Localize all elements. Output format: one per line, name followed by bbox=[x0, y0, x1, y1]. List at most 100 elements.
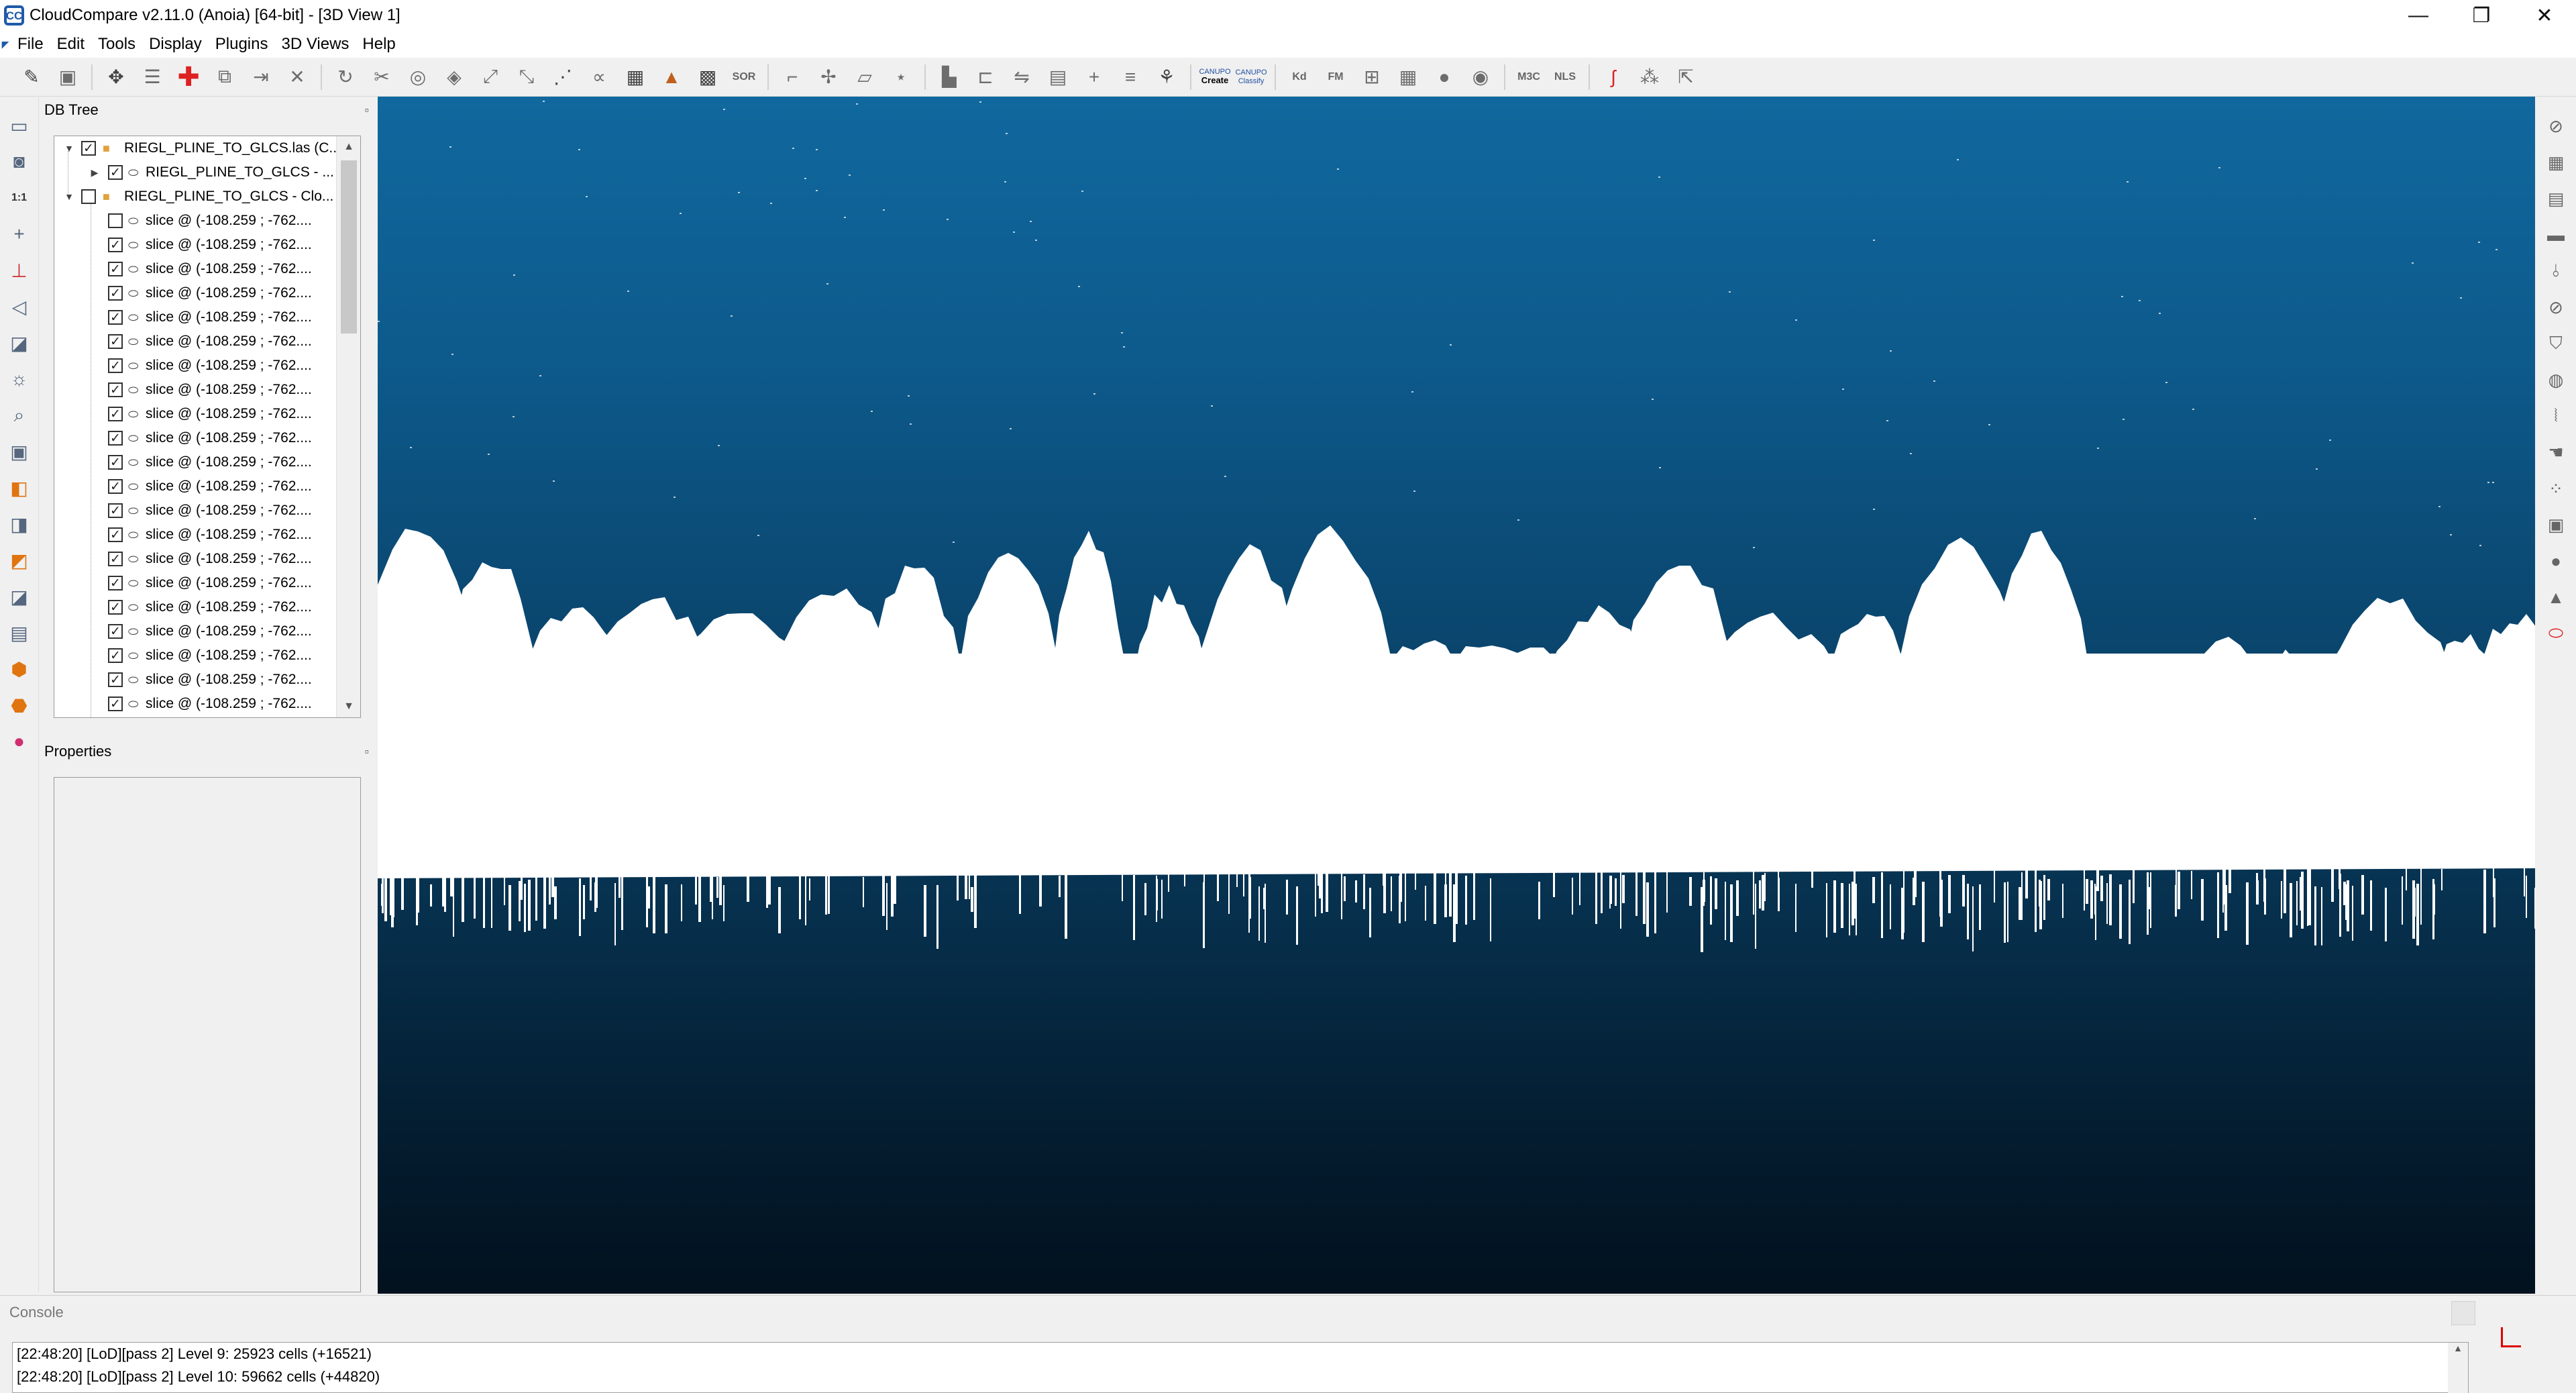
align-icon[interactable]: ⤢ bbox=[475, 62, 506, 93]
3d-view[interactable] bbox=[378, 97, 2535, 1294]
restore-button[interactable]: ❐ bbox=[2450, 0, 2513, 31]
points-icon[interactable]: ⁘ bbox=[2542, 475, 2569, 502]
slice-checkbox[interactable]: ✓ bbox=[108, 503, 123, 518]
tree-item-slice[interactable]: ✓ ⬭ slice @ (-108.259 ; -762.... bbox=[54, 668, 360, 692]
tree-item-slice[interactable]: ✓ ⬭ slice @ (-108.259 ; -762.... bbox=[54, 257, 360, 281]
gradient-icon[interactable]: ▤ bbox=[1042, 62, 1073, 93]
cone-icon[interactable]: ▲ bbox=[2542, 584, 2569, 611]
slice-checkbox[interactable]: ✓ bbox=[108, 431, 123, 446]
pick-rotation-center-icon[interactable]: ✥ bbox=[101, 62, 131, 93]
sor-filter-icon[interactable]: ⚘ bbox=[1151, 62, 1182, 93]
pivot-icon[interactable]: ◁ bbox=[5, 292, 34, 321]
scroll-down-icon[interactable]: ▼ bbox=[337, 696, 360, 717]
table-icon[interactable]: ▤ bbox=[2542, 185, 2569, 212]
hand-icon[interactable]: ☚ bbox=[2542, 439, 2569, 466]
db-tree-scrollbar[interactable]: ▲ ▼ bbox=[336, 136, 360, 717]
open-icon[interactable]: ✎ bbox=[16, 62, 47, 93]
thermometer-icon[interactable]: ⫰ bbox=[2542, 258, 2569, 285]
zoom-icon[interactable]: ⌕ bbox=[5, 401, 34, 430]
move-icon[interactable]: ✢ bbox=[813, 62, 844, 93]
stereo-icon[interactable]: ● bbox=[5, 727, 34, 756]
tree-item-slice[interactable]: ✓ ⬭ slice @ (-108.259 ; -762.... bbox=[54, 378, 360, 402]
expanded-arrow-icon[interactable]: ▼ bbox=[62, 143, 76, 154]
console-float-button[interactable] bbox=[2451, 1301, 2475, 1325]
slice-checkbox[interactable]: ✓ bbox=[108, 238, 123, 252]
plane-fit-icon[interactable]: ▱ bbox=[849, 62, 880, 93]
iso-view-1-icon[interactable]: ⬢ bbox=[5, 654, 34, 684]
camera-icon[interactable]: ◙ bbox=[5, 147, 34, 176]
view-top-icon[interactable]: ▣ bbox=[5, 437, 34, 466]
slice-checkbox[interactable]: ✓ bbox=[108, 672, 123, 687]
add-sf-icon[interactable]: + bbox=[1079, 62, 1110, 93]
tree-item-root-las[interactable]: ▼ ✓ ■ RIEGL_PLINE_TO_GLCS.las (C... bbox=[54, 136, 360, 160]
sor-icon[interactable]: SOR bbox=[729, 62, 759, 93]
add-point-icon[interactable]: ✚ bbox=[173, 62, 204, 93]
nls-icon[interactable]: NLS bbox=[1550, 62, 1580, 93]
noise-filter-icon[interactable]: ⊘ bbox=[2542, 294, 2569, 321]
slice-checkbox[interactable]: ✓ bbox=[108, 552, 123, 566]
menu-help[interactable]: Help bbox=[356, 35, 402, 54]
checkerboard-icon[interactable]: ▩ bbox=[692, 62, 723, 93]
view-left-icon[interactable]: ◨ bbox=[5, 509, 34, 539]
minimize-button[interactable]: — bbox=[2387, 0, 2450, 31]
subsample-icon[interactable]: ⋰ bbox=[547, 62, 578, 93]
rasterize-icon[interactable]: ▦ bbox=[620, 62, 651, 93]
slice-checkbox[interactable]: ✓ bbox=[108, 358, 123, 373]
sphere-icon[interactable]: ● bbox=[1429, 62, 1460, 93]
filter-icon[interactable]: ⇋ bbox=[1006, 62, 1037, 93]
film-icon[interactable]: ▬ bbox=[2542, 221, 2569, 248]
save-icon[interactable]: ▣ bbox=[52, 62, 83, 93]
label-icon[interactable]: ⋆ bbox=[885, 62, 916, 93]
slice-checkbox[interactable]: ✓ bbox=[108, 407, 123, 421]
tree-item-slice[interactable]: ✓ ⬭ slice @ (-108.259 ; -762.... bbox=[54, 499, 360, 523]
pin-icon[interactable]: ▫ bbox=[365, 745, 369, 759]
pin-icon[interactable]: ▫ bbox=[365, 103, 369, 117]
menu-display[interactable]: Display bbox=[142, 35, 209, 54]
collapsed-arrow-icon[interactable]: ▶ bbox=[88, 167, 101, 178]
iso-view-2-icon[interactable]: ⬣ bbox=[5, 690, 34, 720]
menu-plugins[interactable]: Plugins bbox=[209, 35, 275, 54]
facets-icon[interactable]: ▦ bbox=[1393, 62, 1424, 93]
tree-item-slice[interactable]: ✓ ⬭ slice @ (-108.259 ; -762.... bbox=[54, 692, 360, 716]
close-button[interactable]: ✕ bbox=[2513, 0, 2576, 31]
tree-item-slice[interactable]: ✓ ⬭ slice @ (-108.259 ; -762.... bbox=[54, 523, 360, 547]
root-las-checkbox[interactable]: ✓ bbox=[81, 141, 96, 156]
slice-checkbox[interactable]: ✓ bbox=[108, 479, 123, 494]
view-bottom-icon[interactable]: ▤ bbox=[5, 618, 34, 648]
compass-icon[interactable]: ⊘ bbox=[2542, 113, 2569, 140]
tree-item-slice[interactable]: ✓ ⬭ slice @ (-108.259 ; -762.... bbox=[54, 329, 360, 354]
slice-checkbox[interactable]: ✓ bbox=[108, 696, 123, 711]
scroll-up-icon[interactable]: ▲ bbox=[337, 136, 360, 158]
tree-item-slice[interactable]: ✓ ⬭ slice @ (-108.259 ; -762.... bbox=[54, 305, 360, 329]
delete-icon[interactable]: ✕ bbox=[282, 62, 313, 93]
translate-rotate-icon[interactable]: ↻ bbox=[330, 62, 361, 93]
light-icon[interactable]: ☼ bbox=[5, 364, 34, 394]
remove-sf-icon[interactable]: ≡ bbox=[1115, 62, 1146, 93]
canupo-create-button[interactable]: CANUPO Create bbox=[1197, 62, 1233, 93]
register-icon[interactable]: ⤡ bbox=[511, 62, 542, 93]
tree-item-slice[interactable]: ✓ ⬭ slice @ (-108.259 ; -762.... bbox=[54, 619, 360, 643]
slice-checkbox[interactable] bbox=[108, 213, 123, 228]
list-icon[interactable]: ☰ bbox=[137, 62, 168, 93]
display-icon[interactable]: ▭ bbox=[5, 111, 34, 140]
slice-checkbox[interactable]: ✓ bbox=[108, 286, 123, 301]
histogram-icon[interactable]: ▙ bbox=[934, 62, 965, 93]
slice-checkbox[interactable]: ✓ bbox=[108, 262, 123, 276]
globe-icon[interactable]: ◍ bbox=[2542, 366, 2569, 393]
menu-3d-views[interactable]: 3D Views bbox=[274, 35, 356, 54]
cloud-checkbox[interactable]: ✓ bbox=[108, 165, 123, 180]
slice-checkbox[interactable]: ✓ bbox=[108, 576, 123, 590]
console-scrollbar[interactable]: ▲ bbox=[2448, 1343, 2468, 1393]
ellipse-icon[interactable]: ⬭ bbox=[2542, 620, 2569, 647]
perspective-icon[interactable]: ◪ bbox=[5, 328, 34, 358]
grid-icon[interactable]: ▦ bbox=[2542, 149, 2569, 176]
kd-icon[interactable]: Kd bbox=[1284, 62, 1315, 93]
tree-item-slice[interactable]: ✓ ⬭ slice @ (-108.259 ; -762.... bbox=[54, 402, 360, 426]
scroll-thumb[interactable] bbox=[341, 160, 357, 333]
expanded-arrow-icon[interactable]: ▼ bbox=[62, 191, 76, 202]
cross-section-icon[interactable]: ◎ bbox=[402, 62, 433, 93]
axis-icon[interactable]: ⊥ bbox=[5, 256, 34, 285]
tree-item-root-slices[interactable]: ▼ ■ RIEGL_PLINE_TO_GLCS - Clo... bbox=[54, 185, 360, 209]
tree-item-slice[interactable]: ✓ ⬭ slice @ (-108.259 ; -762.... bbox=[54, 571, 360, 595]
tree-item-cloud[interactable]: ▶ ✓ ⬭ RIEGL_PLINE_TO_GLCS - ... bbox=[54, 160, 360, 185]
